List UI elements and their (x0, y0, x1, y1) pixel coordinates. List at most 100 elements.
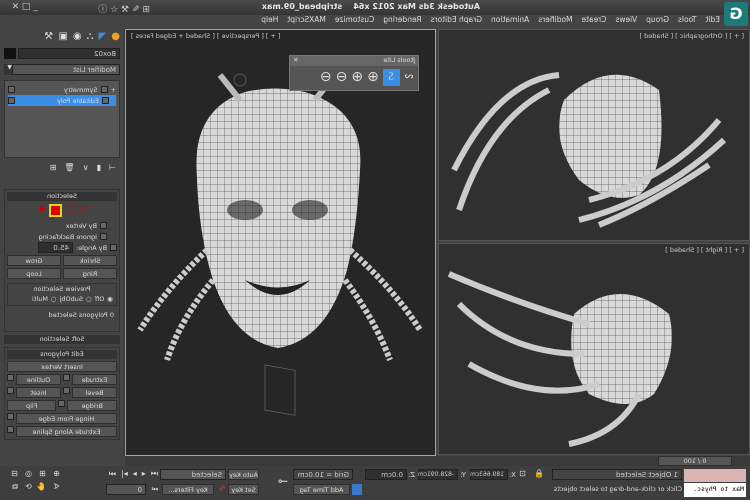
viewport-label[interactable]: [ + ] [ Perspective ] [ Shaded + Edged F… (131, 32, 281, 40)
configure-modifier-sets-icon[interactable]: ⊞ (50, 163, 57, 173)
polygon-mode-icon[interactable] (49, 204, 63, 217)
set-key-mode-icon[interactable]: ⊸ (278, 474, 288, 488)
key-selection-dropdown[interactable]: Selected (160, 469, 226, 480)
zoom-extents-all-icon[interactable]: ⊟ (4, 469, 18, 478)
object-name-field[interactable]: Box02 (18, 48, 120, 59)
time-slider-thumb[interactable]: 0 / 100 (658, 456, 732, 466)
outline-button[interactable]: Outline (16, 374, 61, 385)
menu-help[interactable]: Help (261, 15, 278, 28)
soft-selection-rollout-header[interactable]: Soft Selection (4, 335, 120, 344)
selection-rollout-header[interactable]: Selection (7, 192, 117, 201)
quick-access-toolbar[interactable]: ⊞ ✎ ⚒ ☆ ⓘ (98, 2, 150, 15)
flip-button[interactable]: Flip (7, 400, 57, 411)
menu-animation[interactable]: Animation (491, 15, 529, 28)
maxscript-listener-top[interactable] (684, 469, 746, 482)
subobj-radio[interactable]: ○ (86, 295, 92, 303)
ring-icon[interactable]: ઽ (382, 69, 400, 86)
by-angle-checkbox[interactable] (110, 244, 117, 251)
maximize-viewport-icon[interactable]: ⧉ (4, 482, 18, 492)
zoom-extents-icon[interactable]: ◎ (18, 469, 32, 478)
extrude-button[interactable]: Extrude (72, 374, 117, 385)
viewport-label[interactable]: [ + ] [ Right ] [ Shaded ] (665, 246, 744, 254)
extrude-along-spline-button[interactable]: Extrude Along Spline (16, 426, 117, 437)
modify-tab-icon[interactable]: ◥ (99, 31, 107, 42)
bridge-button[interactable]: Bridge (67, 400, 117, 411)
vertex-mode-icon[interactable]: ∴ (91, 204, 97, 217)
hierarchy-tab-icon[interactable]: ⛬ (87, 31, 94, 42)
loop-button[interactable]: Loop (7, 268, 61, 279)
by-vertex-checkbox[interactable] (100, 222, 107, 229)
key-filters-button[interactable]: Key Filters... (162, 484, 214, 495)
window-controls[interactable]: _ □ ✕ (12, 2, 38, 12)
stack-item-symmetry[interactable]: + Symmetry (8, 84, 116, 95)
time-slider[interactable]: 0 / 100 (125, 456, 750, 466)
angle-field[interactable]: 45.0 (37, 242, 73, 253)
menu-rendering[interactable]: Rendering (383, 15, 421, 28)
viewport-right[interactable]: [ + ] [ Right ] [ Shaded ] (438, 243, 750, 455)
loop-icon[interactable]: ∾ (404, 69, 414, 86)
stack-item-editable-poly[interactable]: Editable Poly (8, 95, 116, 106)
set-key-button[interactable]: Set Key (228, 484, 259, 495)
y-coordinate-field[interactable]: -828.091cm (418, 469, 458, 480)
shrink-more-icon[interactable]: ⊖ (320, 69, 332, 86)
go-to-end-icon[interactable]: ⏭ (109, 469, 116, 479)
remove-modifier-icon[interactable]: 🗑 (65, 163, 75, 173)
x-coordinate-field[interactable]: 189.663cm (470, 469, 508, 480)
zoom-all-icon[interactable]: ⊞ (32, 469, 46, 478)
menu-create[interactable]: Create (582, 15, 607, 28)
lock-icon[interactable]: 🔒 (534, 469, 544, 478)
pin-stack-icon[interactable]: ⊣ (109, 163, 116, 173)
auto-key-button[interactable]: Auto Key (228, 469, 259, 480)
show-end-result-icon[interactable]: ▮ (97, 163, 101, 173)
add-time-tag-button[interactable]: Add Time Tag (293, 484, 350, 495)
inset-button[interactable]: Inset (16, 387, 61, 398)
menu-modifiers[interactable]: Modifiers (538, 15, 572, 28)
ignore-backfacing-checkbox[interactable] (100, 233, 107, 240)
shrink-button[interactable]: Shrink (63, 255, 117, 266)
viewport-orthographic[interactable]: [ + ] [ Orthographic ] [ Shaded ] (438, 29, 750, 241)
menu-graph-editors[interactable]: Graph Editors (431, 15, 483, 28)
previous-frame-icon[interactable]: ◂ (142, 469, 146, 479)
modifier-list-dropdown[interactable]: Modifier List (12, 64, 120, 75)
object-color-swatch[interactable] (4, 48, 16, 59)
utilities-tab-icon[interactable]: ⚒ (44, 31, 53, 42)
viewport-label[interactable]: [ + ] [ Orthographic ] [ Shaded ] (639, 32, 744, 40)
zoom-icon[interactable]: ⊕ (46, 469, 60, 478)
edge-mode-icon[interactable]: ◇ (80, 204, 87, 217)
field-of-view-icon[interactable]: ∢ (46, 482, 60, 492)
menu-group[interactable]: Group (646, 15, 669, 28)
go-to-start-icon[interactable]: ⏮ (151, 469, 158, 479)
grow-more-icon[interactable]: ⊕ (351, 69, 363, 86)
time-tag-icon[interactable] (352, 484, 362, 495)
ring-button[interactable]: Ring (63, 268, 117, 279)
motion-tab-icon[interactable]: ◉ (73, 31, 82, 42)
make-unique-icon[interactable]: ∨ (83, 163, 89, 173)
play-icon[interactable]: ▸ (133, 469, 137, 479)
hinge-from-edge-button[interactable]: Hinge From Edge (16, 413, 117, 424)
next-frame-icon[interactable]: ▸| (121, 469, 128, 479)
absolute-mode-icon[interactable]: ⊡ (519, 469, 526, 478)
menu-customize[interactable]: Customize (335, 15, 374, 28)
current-frame-field[interactable]: 0 (106, 484, 146, 495)
viewport-perspective[interactable]: [ + ] [ Perspective ] [ Shaded + Edged F… (125, 29, 436, 456)
chevron-down-icon[interactable]: ▼ (4, 64, 12, 75)
close-icon[interactable]: ✕ (290, 56, 298, 66)
off-radio[interactable]: ◉ (107, 295, 113, 303)
edit-polygons-header[interactable]: Edit Polygons (7, 350, 117, 359)
create-tab-icon[interactable]: ● (111, 31, 120, 42)
display-tab-icon[interactable]: ▣ (58, 31, 67, 42)
menu-maxscript[interactable]: MAXScript (287, 15, 326, 28)
bevel-button[interactable]: Bevel (72, 387, 117, 398)
menu-edit[interactable]: Edit (705, 15, 720, 28)
menu-tools[interactable]: Tools (678, 15, 696, 28)
pan-icon[interactable]: ✋ (32, 482, 46, 492)
menu-views[interactable]: Views (615, 15, 637, 28)
multi-radio[interactable]: ○ (51, 295, 57, 303)
app-logo-button[interactable]: G (724, 2, 748, 26)
grow-icon[interactable]: ⊕ (367, 69, 379, 86)
element-mode-icon[interactable]: ◆ (38, 204, 45, 217)
shrink-icon[interactable]: ⊖ (336, 69, 348, 86)
orbit-icon[interactable]: ⟳ (18, 482, 32, 492)
key-mode-icon[interactable]: ⏭ (152, 485, 158, 494)
border-mode-icon[interactable]: ◯ (66, 204, 76, 217)
